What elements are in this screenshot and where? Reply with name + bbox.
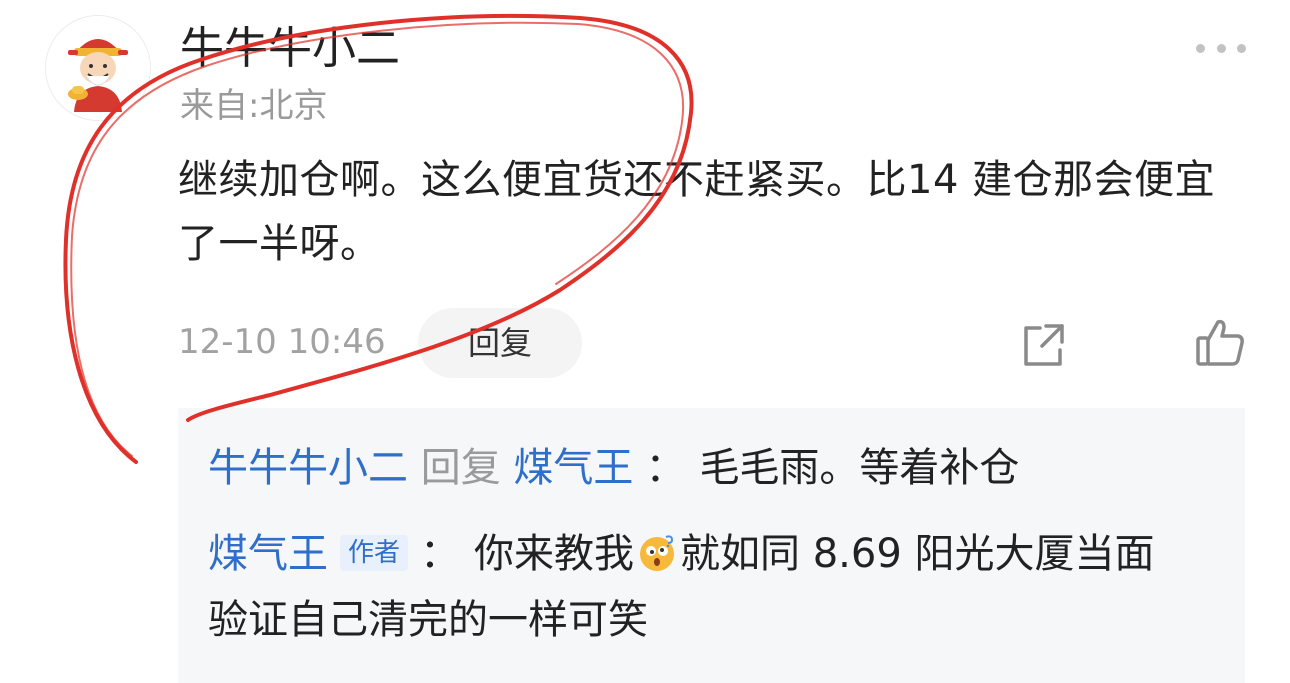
user-avatar[interactable]	[46, 16, 150, 120]
reply-colon: ：	[645, 445, 686, 491]
comment-body: 继续加仓啊。这么便宜货还不赶紧买。比14 建仓那会便宜了一半呀。	[178, 157, 1216, 267]
reply-button[interactable]: 回复	[418, 308, 582, 378]
reply-text-continuation: 验证自己清完的一样可笑	[208, 597, 648, 643]
share-icon[interactable]	[1018, 320, 1068, 370]
reply-item: 煤气王 作者 ： 你来教我 就如同 8.69 阳光大厦当面	[208, 526, 1155, 582]
god-of-wealth-avatar-icon	[46, 16, 150, 120]
reply-from-name[interactable]: 牛牛牛小二	[208, 445, 408, 491]
reply-thread: 牛牛牛小二 回复 煤气王：毛毛雨。等着补仓 煤气王 作者：你来教我 就如同 8.6…	[178, 408, 1245, 683]
reply-item: 牛牛牛小二 回复 煤气王 ： 毛毛雨。等着补仓	[208, 440, 1019, 496]
dizzy-face-emoji-icon	[636, 531, 678, 573]
more-icon[interactable]	[1196, 36, 1246, 60]
reply-colon: ：	[420, 531, 461, 577]
reply-to-name[interactable]: 煤气王	[513, 445, 633, 491]
thumbs-up-icon[interactable]	[1194, 316, 1246, 368]
reply-text-part-2: 就如同 8.69 阳光大厦当面	[680, 531, 1155, 577]
reply-from-name[interactable]: 煤气王	[208, 531, 328, 577]
comment-location: 来自:北京	[180, 86, 328, 126]
comment-page: 牛牛牛小二 来自:北京 继续加仓啊。这么便宜货还不赶紧买。比14 建仓那会便宜了…	[0, 0, 1290, 683]
reply-text-part-1: 你来教我	[474, 531, 635, 577]
comment-timestamp: 12-10 10:46	[178, 322, 386, 362]
reply-connector: 回复	[420, 445, 501, 491]
more-dot	[1216, 43, 1226, 53]
author-badge: 作者	[340, 535, 409, 571]
reply-text: 毛毛雨。等着补仓	[699, 445, 1020, 491]
comment-author-name[interactable]: 牛牛牛小二	[180, 22, 400, 76]
more-dot	[1196, 43, 1205, 53]
more-dot	[1237, 43, 1246, 53]
